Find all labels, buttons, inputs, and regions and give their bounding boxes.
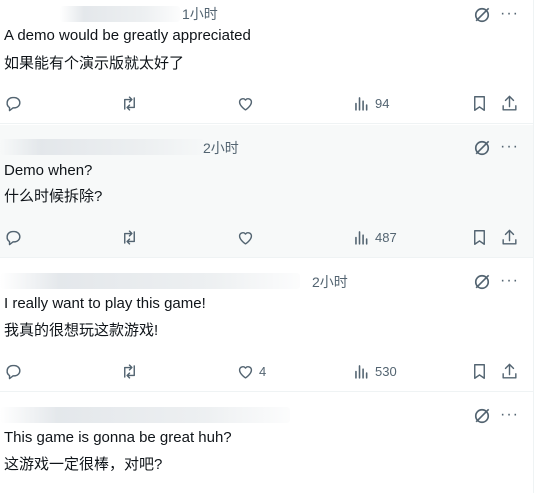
- like-button[interactable]: [236, 227, 259, 247]
- reply-text-original: I really want to play this game!: [4, 295, 206, 312]
- timestamp[interactable]: 1小时: [182, 5, 218, 23]
- reply-icon: [6, 364, 21, 379]
- column-divider: [533, 0, 534, 493]
- more-options-button[interactable]: ···: [500, 139, 519, 155]
- redacted-username: [0, 407, 290, 423]
- views-icon: [355, 364, 368, 379]
- redacted-username: [0, 273, 300, 289]
- views-icon: [355, 230, 368, 245]
- reply-button[interactable]: [4, 361, 23, 381]
- reply-button[interactable]: [4, 93, 23, 113]
- reply-text-original: This game is gonna be great huh?: [4, 429, 232, 446]
- like-icon: [238, 231, 253, 245]
- reply-card[interactable]: 2小时 ··· Demo when? 什么时候拆除? 487: [0, 125, 533, 258]
- view-count: 530: [375, 363, 397, 379]
- grok-icon[interactable]: [472, 5, 492, 25]
- share-button[interactable]: [500, 227, 519, 247]
- views-icon: [355, 96, 368, 111]
- reply-icon: [6, 230, 21, 245]
- like-icon: [238, 365, 253, 379]
- share-icon: [502, 229, 517, 245]
- grok-icon[interactable]: [472, 406, 492, 426]
- redacted-username: [60, 6, 180, 22]
- timestamp[interactable]: 2小时: [312, 273, 348, 291]
- reply-button[interactable]: [4, 227, 23, 247]
- reply-text-translation: 我真的很想玩这款游戏!: [4, 322, 159, 339]
- reply-text-translation: 如果能有个演示版就太好了: [4, 55, 185, 72]
- views-button[interactable]: 487: [352, 227, 397, 247]
- views-button[interactable]: 530: [352, 361, 397, 381]
- more-options-button[interactable]: ···: [500, 6, 519, 22]
- grok-icon[interactable]: [472, 138, 492, 158]
- like-button[interactable]: [236, 93, 259, 113]
- retweet-button[interactable]: [120, 361, 139, 381]
- views-button[interactable]: 94: [352, 93, 389, 113]
- timestamp[interactable]: 2小时: [203, 139, 239, 157]
- bookmark-button[interactable]: [470, 93, 489, 113]
- retweet-icon: [124, 363, 135, 379]
- share-button[interactable]: [500, 361, 519, 381]
- reply-card[interactable]: 1小时 ··· A demo would be greatly apprecia…: [0, 0, 533, 124]
- reply-text-translation: 什么时候拆除?: [4, 188, 103, 205]
- reply-card[interactable]: 2小时 ··· I really want to play this game!…: [0, 259, 533, 392]
- retweet-button[interactable]: [120, 227, 139, 247]
- bookmark-icon: [474, 95, 485, 111]
- view-count: 94: [375, 95, 390, 111]
- like-icon: [238, 97, 253, 111]
- retweet-button[interactable]: [120, 93, 139, 113]
- share-button[interactable]: [500, 93, 519, 113]
- bookmark-icon: [474, 363, 485, 379]
- share-icon: [502, 95, 517, 111]
- bookmark-button[interactable]: [470, 361, 489, 381]
- retweet-icon: [124, 95, 135, 111]
- retweet-icon: [124, 229, 135, 245]
- more-options-button[interactable]: ···: [500, 407, 519, 423]
- like-button[interactable]: 4: [236, 361, 266, 381]
- reply-card[interactable]: ··· This game is gonna be great huh? 这游戏…: [0, 393, 533, 493]
- reply-icon: [6, 96, 21, 111]
- view-count: 487: [375, 229, 397, 245]
- bookmark-button[interactable]: [470, 227, 489, 247]
- bookmark-icon: [474, 229, 485, 245]
- share-icon: [502, 363, 517, 379]
- redacted-username: [0, 139, 204, 155]
- grok-icon[interactable]: [472, 272, 492, 292]
- more-options-button[interactable]: ···: [500, 273, 519, 289]
- reply-text-original: Demo when?: [4, 162, 93, 179]
- reply-text-original: A demo would be greatly appreciated: [4, 27, 251, 44]
- reply-text-translation: 这游戏一定很棒，对吧?: [4, 456, 163, 473]
- like-count: 4: [259, 363, 267, 379]
